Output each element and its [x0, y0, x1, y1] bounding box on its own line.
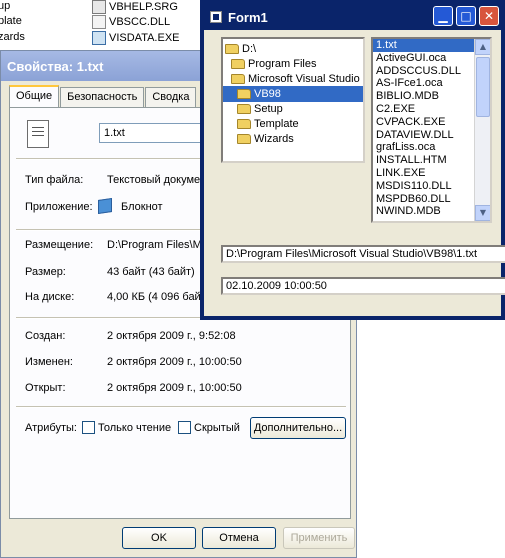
dir-item[interactable]: Wizards — [237, 131, 294, 147]
file-list[interactable]: 1.txt ActiveGUI.oca ADDSCCUS.DLL AS-IFce… — [371, 37, 492, 223]
bg-file-zards[interactable]: zards — [0, 31, 25, 43]
readonly-checkbox[interactable]: Только чтение — [82, 421, 171, 434]
open-folder-icon — [231, 59, 245, 69]
dir-item[interactable]: D:\ — [225, 41, 256, 57]
bg-file-visdata[interactable]: VISDATA.EXE — [92, 31, 180, 45]
date-textbox[interactable]: 02.10.2009 10:00:50 — [221, 277, 505, 295]
modified-value: 2 октября 2009 г., 10:00:50 — [107, 356, 242, 368]
dir-item-selected[interactable]: VB98 — [223, 86, 363, 102]
created-value: 2 октября 2009 г., 9:52:08 — [107, 330, 236, 342]
bg-file-label: VBHELP.SRG — [109, 1, 178, 13]
bg-file-label: VBSCC.DLL — [109, 16, 171, 28]
location-label: Размещение: — [25, 239, 94, 251]
dir-label: Microsoft Visual Studio — [248, 73, 360, 85]
dir-label: Template — [254, 118, 299, 130]
exe-icon — [92, 31, 106, 45]
bg-file-up[interactable]: up — [0, 0, 10, 12]
created-label: Создан: — [25, 330, 66, 342]
hidden-checkbox[interactable]: Скрытый — [178, 421, 240, 434]
modified-label: Изменен: — [25, 356, 73, 368]
minimize-button[interactable]: ▁ — [433, 6, 453, 26]
folder-icon — [237, 134, 251, 144]
tab-general[interactable]: Общие — [9, 85, 60, 107]
text-file-icon — [27, 120, 49, 148]
folder-icon — [237, 119, 251, 129]
dir-label: Program Files — [248, 58, 317, 70]
path-textbox[interactable]: D:\Program Files\Microsoft Visual Studio… — [221, 245, 505, 263]
tab-summary[interactable]: Сводка — [145, 87, 197, 107]
tab-security[interactable]: Безопасность — [60, 87, 145, 107]
file-item[interactable]: DATAVIEW.DLL — [373, 129, 490, 142]
bg-file-label: VISDATA.EXE — [109, 32, 180, 44]
bg-file-vbscc[interactable]: VBSCC.DLL — [92, 15, 170, 29]
form1-window: Form1 ▁ □ ✕ D:\ Program Files Microsoft … — [200, 0, 505, 320]
dir-label: Wizards — [254, 133, 294, 145]
open-folder-icon — [231, 74, 245, 84]
form1-title: Form1 — [228, 9, 268, 25]
properties-title: Свойства: 1.txt — [7, 59, 104, 74]
file-item[interactable]: NWIND.MDB — [373, 205, 490, 218]
directory-list[interactable]: D:\ Program Files Microsoft Visual Studi… — [221, 37, 365, 163]
disk-size-label: На диске: — [25, 291, 75, 303]
file-item-selected[interactable]: 1.txt — [373, 39, 490, 52]
file-item[interactable]: ActiveGUI.oca — [373, 52, 490, 65]
file-item[interactable]: BIBLIO.MDB — [373, 90, 490, 103]
file-list-scrollbar[interactable]: ▲ ▼ — [474, 39, 490, 221]
divider — [16, 406, 346, 408]
dir-item[interactable]: Program Files — [231, 56, 316, 72]
file-item[interactable]: C2.EXE — [373, 103, 490, 116]
dir-item[interactable]: Template — [237, 116, 299, 132]
cancel-button[interactable]: Отмена — [202, 527, 276, 549]
file-item[interactable]: CVPACK.EXE — [373, 116, 490, 129]
bg-file-label: plate — [0, 15, 22, 27]
file-item[interactable]: MSPDB60.DLL — [373, 193, 490, 206]
dir-label: Setup — [254, 103, 283, 115]
dir-item[interactable]: Setup — [237, 101, 283, 117]
bg-file-label: zards — [0, 31, 25, 43]
notepad-icon — [98, 198, 112, 214]
readonly-check-box[interactable] — [82, 421, 95, 434]
app-label: Приложение: — [25, 201, 93, 213]
bg-file-label: up — [0, 0, 11, 12]
open-folder-icon — [237, 89, 251, 99]
dll-icon — [92, 15, 106, 29]
file-item[interactable]: LINK.EXE — [373, 167, 490, 180]
maximize-button[interactable]: □ — [456, 6, 476, 26]
hidden-label: Скрытый — [194, 421, 240, 434]
dir-item[interactable]: Microsoft Visual Studio — [231, 71, 360, 87]
file-item[interactable]: ADDSCCUS.DLL — [373, 65, 490, 78]
file-item[interactable]: AS-IFce1.oca — [373, 77, 490, 90]
hidden-check-box[interactable] — [178, 421, 191, 434]
readonly-label: Только чтение — [98, 421, 172, 434]
bg-file-plate[interactable]: plate — [0, 15, 22, 27]
bg-file-vbhelp[interactable]: VBHELP.SRG — [92, 0, 178, 14]
file-item[interactable]: grafLiss.oca — [373, 141, 490, 154]
advanced-button[interactable]: Дополнительно... — [250, 417, 346, 439]
dir-label: VB98 — [254, 88, 281, 100]
app-value: Блокнот — [121, 201, 163, 213]
scroll-up-icon[interactable]: ▲ — [475, 39, 490, 55]
scroll-thumb[interactable] — [476, 57, 490, 117]
dir-label: D:\ — [242, 43, 257, 55]
open-folder-icon — [225, 44, 239, 54]
scroll-down-icon[interactable]: ▼ — [475, 205, 490, 221]
folder-icon — [237, 104, 251, 114]
file-item[interactable]: INSTALL.HTM — [373, 154, 490, 167]
ok-button[interactable]: OK — [122, 527, 196, 549]
attributes-label: Атрибуты: — [25, 422, 77, 434]
size-label: Размер: — [25, 266, 66, 278]
apply-button[interactable]: Применить — [283, 527, 355, 549]
form1-client-area: D:\ Program Files Microsoft Visual Studi… — [204, 30, 505, 316]
file-item[interactable]: MSDIS110.DLL — [373, 180, 490, 193]
file-icon — [92, 0, 106, 14]
type-label: Тип файла: — [25, 174, 84, 186]
opened-value: 2 октября 2009 г., 10:00:50 — [107, 382, 242, 394]
form-icon — [210, 11, 222, 23]
properties-tabs: Общие Безопасность Сводка — [9, 85, 197, 107]
close-button[interactable]: ✕ — [479, 6, 499, 26]
opened-label: Открыт: — [25, 382, 66, 394]
